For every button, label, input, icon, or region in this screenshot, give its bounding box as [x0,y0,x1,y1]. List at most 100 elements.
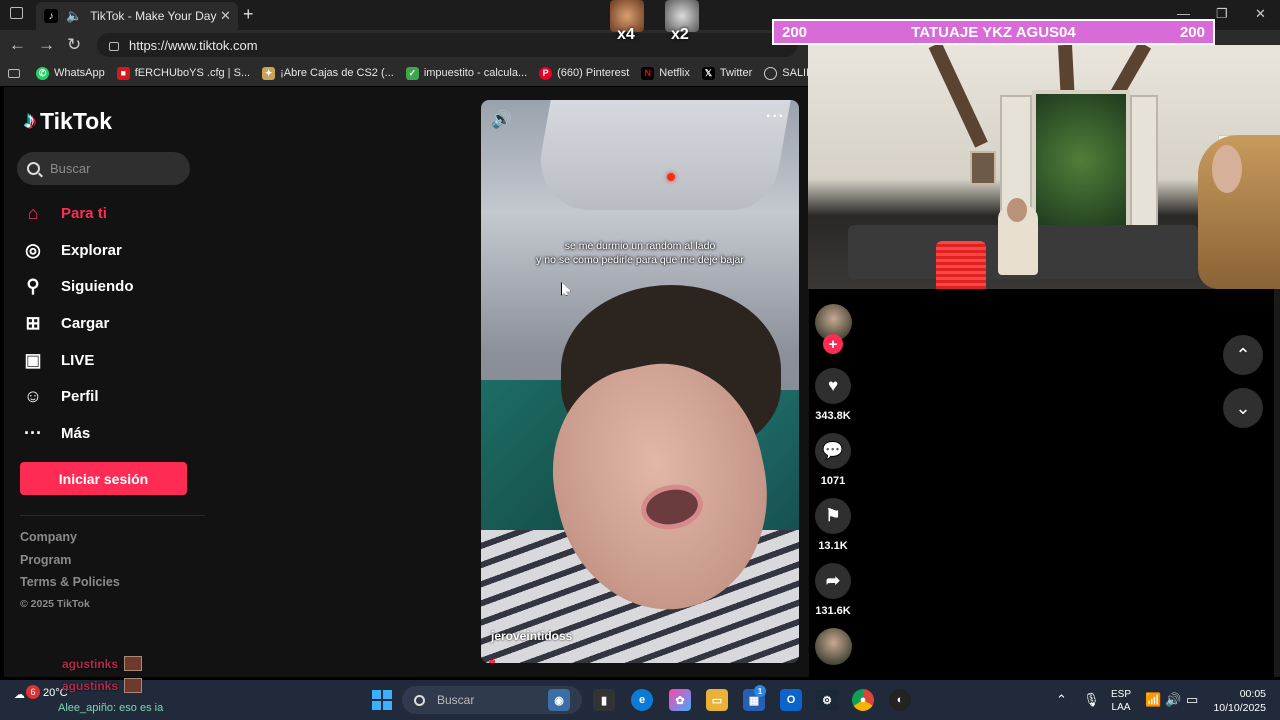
sidebar-item-mas[interactable]: ··· Más [21,415,134,452]
bookmark-label: (660) Pinterest [557,67,630,79]
back-icon[interactable]: ← [9,35,26,55]
wifi-icon[interactable]: 📶 [1145,692,1161,708]
sidebar-item-live[interactable]: ▣ LIVE [21,342,134,379]
clock-date: 10/10/2025 [1213,702,1266,714]
new-tab-button[interactable]: + [243,4,254,25]
speaker-icon[interactable]: 🔈 [66,8,82,24]
bookmark-netflix[interactable]: N Netflix [641,66,690,80]
logo-text: TikTok [40,107,112,134]
footer-link-terms[interactable]: Terms & Policies [20,575,120,598]
close-window-icon[interactable]: ✕ [1255,6,1266,22]
search-highlight-icon[interactable]: ◉ [548,689,570,711]
comment-count: 1071 [820,475,846,487]
copilot-icon[interactable]: ✿ [669,689,691,711]
task-view-icon[interactable]: ▮ [593,689,615,711]
like-button[interactable]: ♥ 343.8K [814,368,852,422]
previous-video-button[interactable]: ⌃ [1223,335,1263,375]
language-indicator[interactable]: ESP LAA [1111,688,1131,714]
search-icon [414,694,425,706]
red-square-icon: ■ [116,66,130,80]
live-icon: ▣ [24,349,42,370]
file-explorer-icon[interactable]: ▭ [706,689,728,711]
bookmark-ferchuboys[interactable]: ■ fERCHUboYS .cfg | S... [116,66,251,80]
bookmark-label: impuestito - calcula... [423,67,528,79]
microphone-icon[interactable]: 🎙 [1083,692,1100,708]
sidebar-item-label: Perfil [61,388,99,406]
outlook-icon[interactable]: O [780,689,802,711]
sidebar-item-para-ti[interactable]: ⌂ Para ti [21,195,134,232]
obs-icon[interactable]: ◐ [889,689,911,711]
video-scene-light [667,173,675,181]
tab-actions-icon[interactable] [10,7,23,19]
lock-icon[interactable] [109,42,119,51]
bookmark-label: fERCHUboYS .cfg | S... [134,67,251,79]
share-icon: ➦ [815,563,851,599]
banner-title: TATUAJE YKZ AGUS04 [911,23,1076,41]
weather-cloud-icon[interactable]: ☁ [14,688,25,701]
tab-tiktok[interactable]: ♪ 🔈 TikTok - Make Your Day ✕ [36,2,238,30]
sidebar-item-explorar[interactable]: ◎ Explorar [21,232,134,269]
footer-link-company[interactable]: Company [20,530,120,553]
restore-icon[interactable]: ❐ [1216,6,1228,22]
banner-left-value: 200 [782,23,808,41]
language-code: ESP [1111,689,1132,700]
caption-line: se me durmio un random al lado [564,240,716,252]
like-count: 343.8K [815,410,851,422]
tiktok-note-icon: ♪ [24,107,36,134]
sidebar-divider [20,515,205,516]
login-button[interactable]: Iniciar sesión [20,462,187,495]
chrome-icon[interactable]: ● [852,689,874,711]
edge-icon[interactable]: e [631,689,653,711]
comment-icon: 💬 [815,433,851,469]
screen: ♪ 🔈 TikTok - Make Your Day ✕ + — ❐ ✕ ← →… [0,0,1280,720]
more-options-icon[interactable]: ··· [766,108,785,126]
following-icon: ⚲ [26,276,40,297]
share-count: 131.6K [815,605,851,617]
footer-link-program[interactable]: Program [20,553,120,576]
whatsapp-icon: ✆ [36,66,49,80]
home-icon: ⌂ [27,202,39,223]
video-player[interactable]: se me durmio un random al lado y no se c… [481,100,799,663]
bookmark-twitter[interactable]: 𝕏 Twitter [701,66,752,80]
save-button[interactable]: ⚑ 13.1K [814,498,852,552]
sidebar-item-perfil[interactable]: ☺ Perfil [21,378,134,415]
bookmarks-menu-icon[interactable] [8,68,20,78]
video-progress[interactable] [489,660,495,663]
bookmark-pinterest[interactable]: P (660) Pinterest [539,66,630,80]
music-disc-avatar[interactable] [815,628,852,665]
address-bar[interactable]: https://www.tiktok.com [97,33,797,57]
volume-icon[interactable]: 🔊 [491,110,512,130]
sidebar-item-label: LIVE [61,351,95,369]
follow-button[interactable]: + [823,334,843,354]
green-chart-icon: ✓ [405,66,419,80]
windows-start-icon[interactable] [372,690,392,710]
notification-badge: 6 [26,685,40,699]
close-tab-icon[interactable]: ✕ [220,8,238,24]
sidebar-item-label: Para ti [61,204,107,222]
bookmark-cajas-cs2[interactable]: ✦ ¡Abre Cajas de CS2 (... [262,66,394,80]
system-clock[interactable]: 00:05 10/10/2025 [1210,687,1266,715]
sidebar-item-label: Más [61,424,91,442]
steam-icon[interactable]: ⚙ [816,689,838,711]
share-button[interactable]: ➦ 131.6K [814,563,852,617]
tiktok-logo[interactable]: ♪ TikTok [24,107,112,135]
volume-tray-icon[interactable]: 🔊 [1165,692,1181,708]
battery-icon[interactable]: ▭ [1186,692,1198,708]
bookmark-impuestito[interactable]: ✓ impuestito - calcula... [405,66,528,80]
bookmark-label: Netflix [659,67,690,79]
reload-icon[interactable]: ↻ [67,35,81,55]
forward-icon[interactable]: → [38,35,55,55]
next-video-button[interactable]: ⌄ [1223,388,1263,428]
tray-chevron-up-icon[interactable]: ⌃ [1056,692,1067,708]
upload-icon: ⊞ [25,312,41,333]
comment-button[interactable]: 💬 1071 [814,433,852,487]
sidebar-item-siguiendo[interactable]: ⚲ Siguiendo [21,268,133,305]
red-lamp [936,241,986,289]
chat-overlay-line: agustinks [62,678,143,693]
video-username[interactable]: jeroveintidoss [491,629,572,643]
search-input[interactable]: Buscar [17,152,190,185]
bookmark-whatsapp[interactable]: ✆ WhatsApp [36,66,105,80]
sidebar-item-cargar[interactable]: ⊞ Cargar [21,305,134,342]
pinterest-icon: P [539,66,553,80]
video-scene-ceiling [531,100,791,210]
